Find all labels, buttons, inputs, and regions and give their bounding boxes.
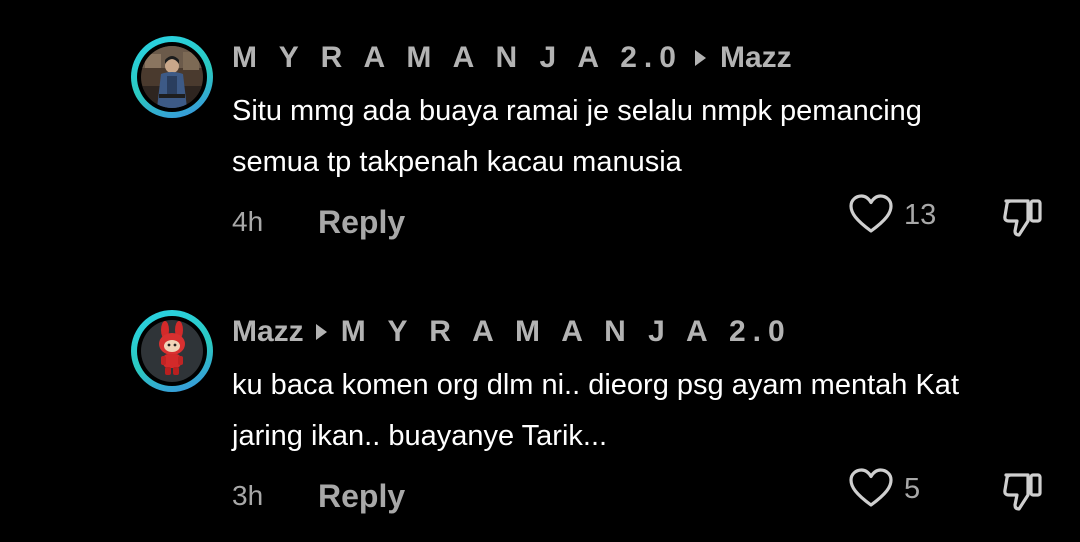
- comment-text-line: semua tp takpenah kacau manusia: [232, 146, 682, 178]
- like-count: 13: [904, 199, 937, 231]
- reply-to-name[interactable]: M Y R A M A N J A 2.0: [341, 315, 792, 349]
- comment-timestamp: 4h: [232, 206, 264, 237]
- comment-text-line: jaring ikan.. buayanye Tarik...: [232, 420, 608, 452]
- author-name[interactable]: M Y R A M A N J A 2.0: [232, 41, 683, 75]
- avatar-border: [137, 42, 207, 112]
- avatar[interactable]: [131, 36, 213, 118]
- reply-button[interactable]: Reply: [318, 478, 405, 515]
- reply-button[interactable]: Reply: [318, 204, 405, 241]
- reply-arrow-icon: [694, 50, 706, 66]
- comment-text-line: Situ mmg ada buaya ramai je selalu nmpk …: [232, 95, 922, 127]
- comment-text-line: ku baca komen org dlm ni.. dieorg psg ay…: [232, 369, 959, 401]
- comment-header: M Y R A M A N J A 2.0 Mazz: [232, 40, 792, 76]
- comment-text: Situ mmg ada buaya ramai je selalu nmpk …: [232, 86, 1032, 188]
- like-count: 5: [904, 473, 921, 505]
- avatar-border: [137, 316, 207, 386]
- reply-to-name[interactable]: Mazz: [720, 41, 792, 75]
- author-name[interactable]: Mazz: [232, 315, 304, 349]
- comment-header: Mazz M Y R A M A N J A 2.0: [232, 314, 792, 350]
- avatar[interactable]: [131, 310, 213, 392]
- user-photo-avatar-icon: [141, 46, 203, 108]
- comment-text: ku baca komen org dlm ni.. dieorg psg ay…: [232, 360, 1032, 462]
- heart-outline-icon[interactable]: [848, 193, 894, 235]
- comment-item: M Y R A M A N J A 2.0 Mazz Situ mmg ada …: [0, 0, 1080, 268]
- thumbs-down-icon[interactable]: [1000, 193, 1046, 239]
- reply-arrow-icon: [315, 324, 327, 340]
- thumbs-down-icon[interactable]: [1000, 467, 1046, 513]
- comment-timestamp: 3h: [232, 480, 264, 511]
- heart-outline-icon[interactable]: [848, 467, 894, 509]
- comment-item: Mazz M Y R A M A N J A 2.0 ku baca komen…: [0, 274, 1080, 542]
- red-bunny-toy-avatar-icon: [141, 320, 203, 382]
